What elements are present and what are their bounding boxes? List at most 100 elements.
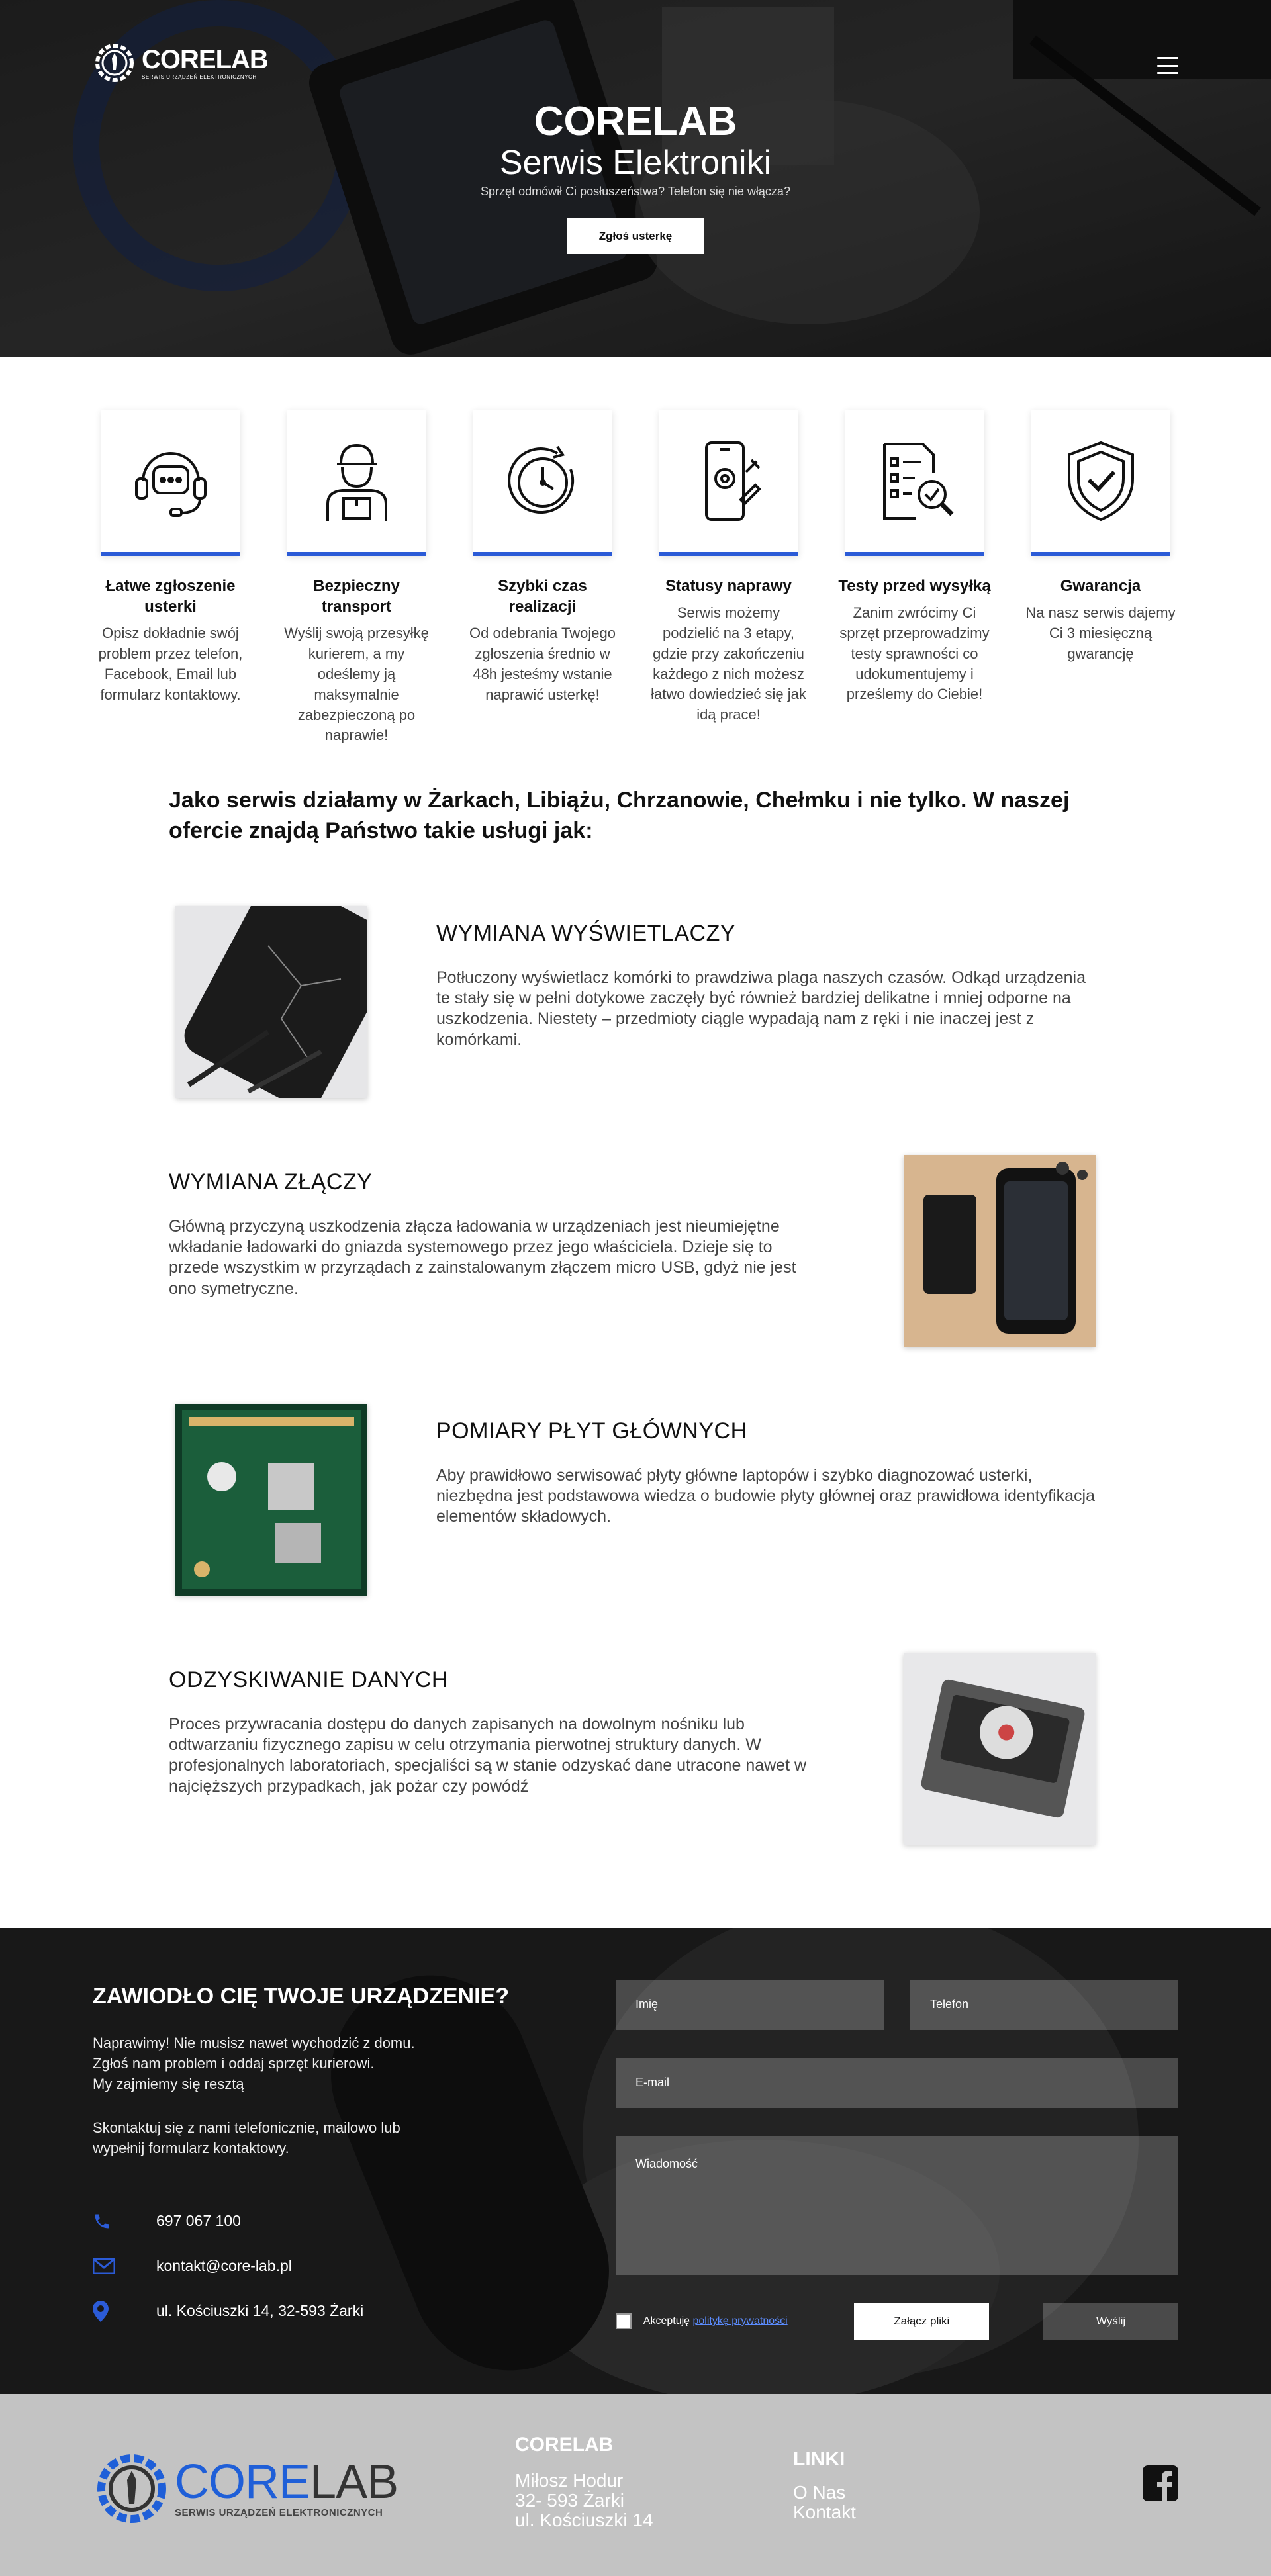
contact-email: kontakt@core-lab.pl (156, 2257, 292, 2275)
service-description: Proces przywracania dostępu do danych za… (169, 1714, 807, 1796)
feature-description: Na nasz serwis dajemy Ci 3 miesięczną gw… (1025, 604, 1176, 662)
contact-info-column: ZAWIODŁO CIĘ TWOJE URZĄDZENIE? Naprawimy… (93, 1984, 516, 2334)
feature-card (659, 410, 798, 556)
email-input[interactable]: E-mail (616, 2057, 1178, 2108)
service-description: Aby prawidłowo serwisować płyty główne l… (436, 1465, 1096, 1526)
service-image-hard-drive (904, 1652, 1096, 1845)
feature-title: Gwarancja (1060, 577, 1141, 595)
shield-check-icon (1067, 441, 1134, 522)
service-title: ODZYSKIWANIE DANYCH (169, 1667, 448, 1692)
headset-chat-icon (134, 452, 207, 517)
send-button[interactable]: Wyślij (1043, 2302, 1178, 2340)
phone-icon (95, 2214, 109, 2229)
feature-title: Testy przed wysyłką (838, 577, 991, 595)
contact-details: 697 067 100 kontakt@core-lab.pl ul. Kośc… (93, 2199, 516, 2334)
service-image-motherboard (175, 1403, 367, 1596)
hero-section: CORELAB SERWIS URZĄDZEŃ ELEKTRONICZNYCH … (0, 0, 1271, 357)
footer-company-title: CORELAB (515, 2433, 614, 2456)
hero-title: CORELAB (534, 99, 737, 144)
privacy-checkbox[interactable] (616, 2313, 632, 2329)
services-section: WYMIANA WYŚWIETLACZY Potłuczony wyświetl… (169, 905, 1102, 1902)
footer-logo-subtitle: SERWIS URZĄDZEŃ ELEKTRONICZNYCH (175, 2507, 383, 2519)
courier-icon (326, 443, 387, 521)
header-logo-name: CORELAB (142, 44, 269, 74)
privacy-consent-label: Akceptuję politykę prywatności (643, 2315, 853, 2327)
footer-company-column: CORELAB Miłosz Hodur 32- 593 Żarki ul. K… (515, 2434, 653, 2531)
feature-description: Serwis możemy podzielić na 3 etapy, gdzi… (651, 604, 806, 723)
header-logo-subtitle: SERWIS URZĄDZEŃ ELEKTRONICZNYCH (142, 73, 257, 80)
service-text: POMIARY PŁYT GŁÓWNYCH Aby prawidłowo ser… (436, 1404, 1102, 1528)
contact-address: ul. Kościuszki 14, 32-593 Żarki (156, 2302, 364, 2320)
footer-company-line: Miłosz Hodur (515, 2469, 624, 2491)
services-intro: Jako serwis działamy w Żarkach, Libiążu,… (169, 788, 1070, 844)
footer-link-contact[interactable]: Kontakt (793, 2502, 856, 2522)
feature-item: Statusy naprawy Serwis możemy podzielić … (651, 410, 806, 746)
gear-wrench-logo-icon (95, 44, 134, 82)
service-text: ODZYSKIWANIE DANYCH Proces przywracania … (169, 1653, 835, 1797)
footer-links-column: LINKI O Nas Kontakt (793, 2448, 856, 2522)
footer-logo-core: CORE (175, 2456, 310, 2509)
contact-paragraph-line: My zajmiemy się resztą (93, 2075, 244, 2092)
accept-text: Akceptuję (643, 2315, 690, 2326)
header-logo[interactable]: CORELAB SERWIS URZĄDZEŃ ELEKTRONICZNYCH (93, 41, 269, 85)
feature-card (473, 410, 612, 556)
footer-link-about[interactable]: O Nas (793, 2482, 856, 2503)
contact-phone-row[interactable]: 697 067 100 (93, 2199, 516, 2244)
service-item: WYMIANA WYŚWIETLACZY Potłuczony wyświetl… (169, 905, 1102, 1155)
service-image-screen (175, 905, 367, 1098)
footer-company-line: ul. Kościuszki 14 (515, 2510, 653, 2531)
footer-logo-name: CORELAB (175, 2456, 399, 2509)
message-textarea[interactable]: Wiadomość (616, 2135, 1178, 2275)
feature-item: Łatwe zgłoszenie usterki Opisz dokładnie… (93, 410, 248, 746)
contact-paragraph-2: Skontaktuj się z nami telefonicznie, mai… (93, 2118, 516, 2159)
hero-tagline: Sprzęt odmówił Ci posłuszeństwa? Telefon… (481, 185, 790, 199)
service-title: POMIARY PŁYT GŁÓWNYCH (436, 1418, 747, 1444)
service-item: WYMIANA ZŁĄCZY Główną przyczyną uszkodze… (169, 1154, 1102, 1404)
service-image-connector (904, 1154, 1096, 1347)
contact-paragraph-1: Naprawimy! Nie musisz nawet wychodzić z … (93, 2033, 516, 2094)
feature-title: Bezpieczny transport (313, 577, 400, 616)
contact-paragraph-line: Skontaktuj się z nami telefonicznie, mai… (93, 2119, 400, 2137)
feature-description: Opisz dokładnie swój problem przez telef… (98, 625, 243, 703)
map-pin-icon (93, 2300, 109, 2322)
report-fault-button[interactable]: Zgłoś usterkę (567, 218, 704, 255)
feature-item: Szybki czas realizacji Od odebrania Twoj… (465, 410, 620, 746)
feature-card (101, 410, 240, 556)
feature-item: Bezpieczny transport Wyślij swoją przesy… (279, 410, 434, 746)
facebook-icon[interactable] (1143, 2465, 1178, 2501)
phone-input[interactable]: Telefon (910, 1979, 1178, 2030)
feature-card (845, 410, 984, 556)
footer-company-line: 32- 593 Żarki (515, 2490, 624, 2511)
service-item: POMIARY PŁYT GŁÓWNYCH Aby prawidłowo ser… (169, 1403, 1102, 1653)
attach-files-button[interactable]: Załącz pliki (854, 2302, 990, 2340)
feature-card (1031, 410, 1170, 556)
feature-description: Zanim zwrócimy Ci sprzęt przeprowadzimy … (839, 604, 990, 703)
contact-paragraph-line: wypełnij formularz kontaktowy. (93, 2140, 289, 2157)
hamburger-icon[interactable] (1157, 57, 1178, 74)
feature-description: Wyślij swoją przesyłkę kurierem, a my od… (284, 625, 429, 744)
service-title: WYMIANA ZŁĄCZY (169, 1169, 373, 1195)
contact-paragraph-line: Naprawimy! Nie musisz nawet wychodzić z … (93, 2034, 415, 2051)
name-input[interactable]: Imię (616, 1979, 884, 2030)
envelope-icon (93, 2258, 115, 2274)
feature-title: Szybki czas realizacji (498, 577, 587, 616)
feature-item: Gwarancja Na nasz serwis dajemy Ci 3 mie… (1023, 410, 1178, 746)
hero-content: CORELAB Serwis Elektroniki Sprzęt odmówi… (0, 99, 1271, 255)
feature-title: Łatwe zgłoszenie usterki (105, 577, 236, 616)
contact-email-row[interactable]: kontakt@core-lab.pl (93, 2244, 516, 2289)
contact-form: Imię Telefon E-mail Wiadomość Akceptuję … (616, 1979, 1178, 2340)
service-description: Potłuczony wyświetlacz komórki to prawdz… (436, 968, 1086, 1049)
footer-logo[interactable]: CORELAB SERWIS URZĄDZEŃ ELEKTRONICZNYCH (93, 2450, 399, 2528)
service-text: WYMIANA ZŁĄCZY Główną przyczyną uszkodze… (169, 1155, 835, 1299)
feature-title: Statusy naprawy (665, 577, 792, 595)
privacy-policy-link[interactable]: politykę prywatności (693, 2315, 788, 2326)
clock-icon (507, 445, 574, 514)
service-item: ODZYSKIWANIE DANYCH Proces przywracania … (169, 1652, 1102, 1902)
phone-repair-icon (704, 441, 761, 521)
footer-links-title: LINKI (793, 2448, 845, 2470)
feature-card (287, 410, 426, 556)
features-section: Łatwe zgłoszenie usterki Opisz dokładnie… (0, 410, 1271, 746)
footer-logo-lab: LAB (310, 2456, 399, 2509)
footer: CORELAB SERWIS URZĄDZEŃ ELEKTRONICZNYCH … (0, 2393, 1271, 2576)
checklist-icon (882, 443, 953, 520)
